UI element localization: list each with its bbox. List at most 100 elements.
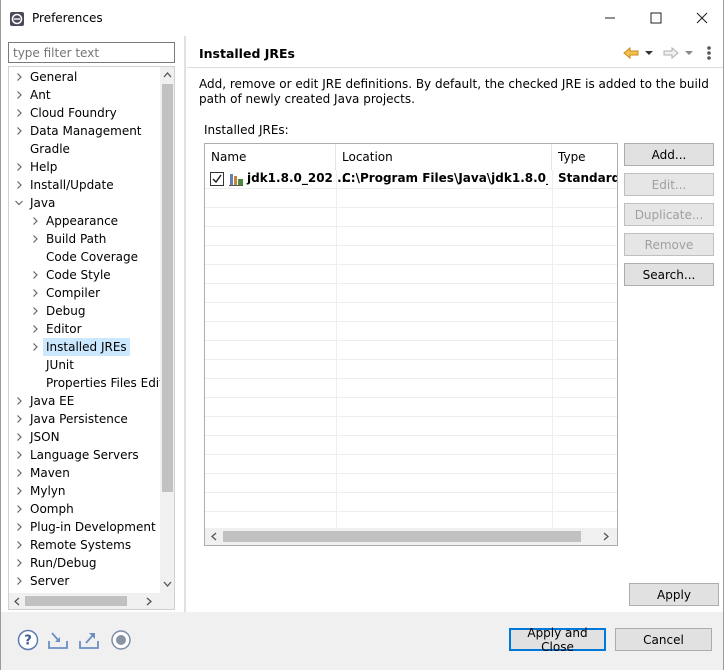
column-header-name[interactable]: Name bbox=[205, 144, 336, 170]
tree-hscroll-thumb[interactable] bbox=[25, 596, 127, 606]
scroll-right-icon[interactable] bbox=[602, 531, 611, 542]
search-button[interactable]: Search... bbox=[624, 263, 714, 286]
chevron-right-icon[interactable] bbox=[30, 230, 40, 248]
tree-item[interactable]: Compiler bbox=[9, 284, 160, 302]
cancel-button[interactable]: Cancel bbox=[615, 628, 712, 651]
table-horizontal-scrollbar[interactable] bbox=[205, 528, 617, 545]
edit-button[interactable]: Edit... bbox=[624, 173, 714, 196]
tree-item[interactable]: Run/Debug bbox=[9, 554, 160, 572]
chevron-right-icon[interactable] bbox=[14, 500, 24, 518]
tree-item[interactable]: Language Servers bbox=[9, 446, 160, 464]
scroll-right-icon[interactable] bbox=[145, 596, 154, 607]
tree-item[interactable]: General bbox=[9, 68, 160, 86]
tree-item[interactable]: Oomph bbox=[9, 500, 160, 518]
scroll-down-icon[interactable] bbox=[162, 580, 173, 589]
checkbox-icon[interactable] bbox=[210, 172, 224, 186]
splitter[interactable] bbox=[184, 36, 186, 612]
help-icon[interactable]: ? bbox=[17, 629, 39, 651]
chevron-right-icon[interactable] bbox=[14, 86, 24, 104]
tree-item[interactable]: JUnit bbox=[9, 356, 160, 374]
chevron-right-icon[interactable] bbox=[14, 554, 24, 572]
close-icon[interactable] bbox=[694, 10, 710, 26]
table-row[interactable]: jdk1.8.0_202 ... C:\Program Files\Java\j… bbox=[205, 170, 617, 189]
jre-location: C:\Program Files\Java\jdk1.8.0_... bbox=[342, 171, 548, 185]
page-description: Add, remove or edit JRE definitions. By … bbox=[199, 77, 709, 106]
forward-icon[interactable] bbox=[663, 46, 679, 60]
tree-scroll-thumb[interactable] bbox=[162, 84, 173, 492]
chevron-right-icon[interactable] bbox=[30, 284, 40, 302]
tree-item[interactable]: Ant bbox=[9, 86, 160, 104]
column-header-location[interactable]: Location bbox=[336, 144, 552, 170]
maximize-icon[interactable] bbox=[648, 10, 664, 26]
tree-item[interactable]: Java EE bbox=[9, 392, 160, 410]
tree-item[interactable]: Debug bbox=[9, 302, 160, 320]
menu-icon[interactable] bbox=[705, 44, 713, 62]
tree-item-label: Install/Update bbox=[30, 178, 114, 192]
chevron-right-icon[interactable] bbox=[30, 212, 40, 230]
tree-item[interactable]: Data Management bbox=[9, 122, 160, 140]
dialog-body: General Ant Cloud Foundry Data Management Gr… bbox=[1, 36, 723, 612]
minimize-icon[interactable] bbox=[602, 10, 618, 26]
empty-table-row bbox=[205, 303, 617, 322]
scroll-left-icon[interactable] bbox=[209, 531, 218, 542]
scroll-up-icon[interactable] bbox=[162, 70, 173, 79]
tree-item[interactable]: Code Style bbox=[9, 266, 160, 284]
empty-table-row bbox=[205, 227, 617, 246]
apply-button[interactable]: Apply bbox=[629, 583, 719, 606]
tree-item[interactable]: Remote Systems bbox=[9, 536, 160, 554]
chevron-right-icon[interactable] bbox=[30, 320, 40, 338]
table-hscroll-thumb[interactable] bbox=[223, 531, 581, 542]
chevron-right-icon[interactable] bbox=[14, 122, 24, 140]
chevron-right-icon[interactable] bbox=[14, 572, 24, 590]
chevron-right-icon[interactable] bbox=[30, 338, 40, 356]
chevron-right-icon[interactable] bbox=[14, 68, 24, 86]
tree-item[interactable]: Maven bbox=[9, 464, 160, 482]
tree-item[interactable]: Help bbox=[9, 158, 160, 176]
export-icon[interactable] bbox=[78, 629, 100, 651]
chevron-right-icon[interactable] bbox=[14, 518, 24, 536]
tree-item[interactable]: Install/Update bbox=[9, 176, 160, 194]
tree-item[interactable]: Editor bbox=[9, 320, 160, 338]
chevron-right-icon[interactable] bbox=[14, 536, 24, 554]
back-dropdown-icon[interactable] bbox=[645, 49, 653, 57]
column-header-type[interactable]: Type bbox=[552, 144, 617, 170]
tree-item[interactable]: Installed JREs bbox=[9, 338, 160, 356]
forward-dropdown-icon[interactable] bbox=[685, 49, 693, 57]
tree-item[interactable]: JSON bbox=[9, 428, 160, 446]
tree-item[interactable]: Gradle bbox=[9, 140, 160, 158]
chevron-right-icon[interactable] bbox=[14, 446, 24, 464]
import-icon[interactable] bbox=[47, 629, 69, 651]
duplicate-button[interactable]: Duplicate... bbox=[624, 203, 714, 226]
record-icon[interactable] bbox=[110, 629, 132, 651]
back-icon[interactable] bbox=[623, 46, 639, 60]
filter-input[interactable] bbox=[8, 42, 175, 63]
apply-and-close-button[interactable]: Apply and Close bbox=[509, 626, 606, 654]
chevron-right-icon[interactable] bbox=[14, 104, 24, 122]
chevron-right-icon[interactable] bbox=[14, 410, 24, 428]
chevron-right-icon[interactable] bbox=[14, 176, 24, 194]
tree-item[interactable]: Cloud Foundry bbox=[9, 104, 160, 122]
tree-item[interactable]: Java bbox=[9, 194, 160, 212]
tree-item[interactable]: Mylyn bbox=[9, 482, 160, 500]
tree-item[interactable]: Build Path bbox=[9, 230, 160, 248]
chevron-right-icon[interactable] bbox=[30, 302, 40, 320]
remove-button[interactable]: Remove bbox=[624, 233, 714, 256]
chevron-right-icon[interactable] bbox=[14, 158, 24, 176]
tree-horizontal-scrollbar[interactable] bbox=[9, 593, 174, 609]
tree-vertical-scrollbar[interactable] bbox=[160, 67, 174, 593]
chevron-right-icon[interactable] bbox=[14, 392, 24, 410]
chevron-right-icon[interactable] bbox=[30, 266, 40, 284]
chevron-right-icon[interactable] bbox=[14, 464, 24, 482]
chevron-down-icon[interactable] bbox=[14, 194, 24, 212]
tree-item[interactable]: Server bbox=[9, 572, 160, 590]
empty-table-row bbox=[205, 455, 617, 474]
tree-item[interactable]: Properties Files Editor bbox=[9, 374, 174, 392]
tree-item[interactable]: Code Coverage bbox=[9, 248, 160, 266]
chevron-right-icon[interactable] bbox=[14, 482, 24, 500]
chevron-right-icon[interactable] bbox=[14, 428, 24, 446]
tree-item[interactable]: Plug-in Development bbox=[9, 518, 160, 536]
tree-item[interactable]: Appearance bbox=[9, 212, 160, 230]
tree-item[interactable]: Java Persistence bbox=[9, 410, 160, 428]
add-button[interactable]: Add... bbox=[624, 143, 714, 166]
scroll-left-icon[interactable] bbox=[12, 596, 21, 607]
